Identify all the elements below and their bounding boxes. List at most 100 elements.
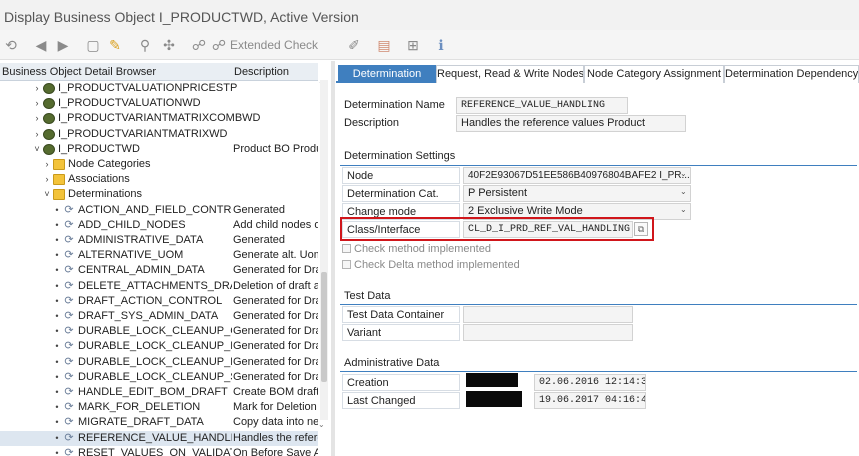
last-changed-label: Last Changed	[342, 392, 460, 409]
test-data-container-field[interactable]	[463, 306, 633, 323]
description-field: Handles the reference values Product	[456, 115, 686, 132]
node-chevron-down-icon[interactable]: ⌄	[680, 169, 687, 178]
tree-row[interactable]: • ⟳ ADD_CHILD_NODES Add child nodes of	[0, 218, 318, 233]
scroll-down-icon[interactable]: ⌄	[318, 420, 325, 429]
tree-item-description: Generated for Draf	[233, 340, 318, 353]
detail-tabs: Determination Request, Read & Write Node…	[336, 65, 859, 83]
tree-row[interactable]: › I_PRODUCTVARIANTMATRIXWD	[0, 127, 318, 142]
determination-icon: ⟳	[64, 234, 74, 246]
tree-item-name: I_PRODUCTVALUATIONPRICESTP	[58, 82, 238, 94]
determination-icon: ⟳	[64, 279, 74, 292]
tree-row[interactable]: › Associations	[0, 172, 318, 187]
tree-row[interactable]: • ⟳ HANDLE_EDIT_BOM_DRAFT Create BOM draft …	[0, 385, 318, 400]
node-select[interactable]: 40F2E93067D51EE586B40976804BAFE2 I_PR...	[463, 167, 691, 184]
tree-item-name: HANDLE_EDIT_BOM_DRAFT	[78, 386, 228, 398]
tree-row[interactable]: • ⟳ DURABLE_LOCK_CLEANUP_CLEAGenerated for…	[0, 324, 318, 339]
tree-row[interactable]: › Node Categories	[0, 157, 318, 172]
tree-item-description: Generated for Draf	[233, 264, 318, 277]
chevron-right-icon[interactable]: ›	[42, 157, 52, 172]
business-object-icon	[43, 143, 55, 155]
category-chevron-down-icon[interactable]: ⌄	[680, 187, 687, 196]
tree-row[interactable]: › I_PRODUCTVALUATIONWD	[0, 96, 318, 111]
extended-check-button[interactable]: Extended Check	[230, 38, 318, 52]
tree-item-name: ACTION_AND_FIELD_CONTROL	[78, 203, 232, 216]
tree-row[interactable]: • ⟳ DURABLE_LOCK_CLEANUP_SUCCGenerated for…	[0, 370, 318, 385]
tree-row[interactable]: • ⟳ MARK_FOR_DELETION Mark for Deletion A	[0, 400, 318, 415]
tree-row[interactable]: • ⟳ MIGRATE_DRAFT_DATA Copy data into nev	[0, 415, 318, 430]
tree-row[interactable]: • ⟳ RESET_VALUES_ON_VALIDATIC On Before Sav…	[0, 446, 318, 456]
tree-row[interactable]: • ⟳ ADMINISTRATIVE_DATA Generated	[0, 233, 318, 248]
test-data-group-title: Test Data	[344, 290, 391, 302]
other-object-icon[interactable]: ⟲	[2, 36, 20, 54]
pane-splitter[interactable]	[331, 61, 335, 456]
tree-row[interactable]: › I_PRODUCTVALUATIONPRICESTP	[0, 81, 318, 96]
tree-row[interactable]: ˅ I_PRODUCTWD Product BO Produc	[0, 142, 318, 157]
tree-item-description: Generated	[233, 203, 285, 216]
check-delta-checkbox[interactable]: Check Delta method implemented	[342, 259, 520, 271]
new-icon[interactable]: ▢	[84, 36, 102, 54]
class-interface-highlight	[340, 217, 654, 241]
determination-icon: ⟳	[64, 370, 74, 383]
check-delta-label: Check Delta method implemented	[354, 259, 520, 271]
admin-divider	[340, 371, 857, 372]
chevron-right-icon[interactable]: ›	[42, 172, 52, 187]
check-delta-box[interactable]	[342, 259, 351, 269]
tab-node-category-assignment[interactable]: Node Category Assignment	[584, 65, 724, 83]
tree-row[interactable]: • ⟳ ALTERNATIVE_UOM Generate alt. Uom	[0, 248, 318, 263]
browser-column-name[interactable]: Business Object Detail Browser	[2, 66, 156, 78]
tree-item-name: REFERENCE_VALUE_HANDLING	[78, 431, 232, 444]
window-title: Display Business Object I_PRODUCTWD, Act…	[0, 0, 859, 30]
bullet-icon: •	[55, 432, 59, 443]
tab-determination-dependency[interactable]: Determination Dependency	[724, 65, 859, 83]
tree-row[interactable]: • ⟳ DRAFT_ACTION_CONTROL Generated for Draf	[0, 294, 318, 309]
tree-row[interactable]: • ⟳ CENTRAL_ADMIN_DATA Generated for Draf	[0, 263, 318, 278]
object-browser: Business Object Detail Browser Descripti…	[0, 61, 320, 456]
browser-column-description[interactable]: Description	[234, 66, 289, 78]
where-used-icon[interactable]: ☍	[190, 36, 208, 54]
tab-determination[interactable]: Determination	[338, 65, 436, 83]
info-icon[interactable]: ℹ	[432, 36, 450, 54]
determination-category-select[interactable]: P Persistent	[463, 185, 691, 202]
tree-item-name: I_PRODUCTVARIANTMATRIXWD	[58, 127, 228, 140]
check-method-checkbox[interactable]: Check method implemented	[342, 243, 491, 255]
tree-item-description: Generated	[233, 234, 285, 246]
variant-field[interactable]	[463, 324, 633, 341]
check-icon[interactable]: ⚲	[136, 36, 154, 54]
chevron-right-icon[interactable]: ›	[32, 111, 42, 126]
forward-icon[interactable]: ▶	[54, 36, 72, 54]
tree-item-name: MARK_FOR_DELETION	[78, 401, 201, 414]
edit-icon[interactable]: ✐	[345, 36, 363, 54]
chevron-right-icon[interactable]: ›	[32, 81, 42, 96]
check-method-box[interactable]	[342, 243, 351, 253]
extended-check-icon[interactable]: ☍	[210, 36, 228, 54]
folder-icon	[53, 159, 65, 170]
chevron-down-icon[interactable]: ˅	[32, 142, 42, 157]
bullet-icon: •	[55, 341, 59, 352]
chevron-right-icon[interactable]: ›	[32, 96, 42, 111]
tree-row[interactable]: • ⟳ DURABLE_LOCK_CLEANUP_FAILGenerated for…	[0, 355, 318, 370]
back-icon[interactable]: ◀	[32, 36, 50, 54]
tree-row[interactable]: • ⟳ ACTION_AND_FIELD_CONTROL Generated	[0, 203, 318, 218]
chevron-down-icon[interactable]: ˅	[42, 187, 52, 202]
tree-row[interactable]: › I_PRODUCTVARIANTMATRIXCOMBWD	[0, 111, 318, 126]
tree-row[interactable]: • ⟳ REFERENCE_VALUE_HANDLINGHandles the re…	[0, 430, 318, 446]
chevron-right-icon[interactable]: ›	[32, 127, 42, 142]
determination-icon: ⟳	[64, 355, 74, 368]
browser-scrollbar[interactable]	[320, 80, 328, 420]
transport-icon[interactable]: ▤	[375, 36, 393, 54]
tree-item-name: MIGRATE_DRAFT_DATA	[78, 416, 204, 429]
business-object-icon	[43, 83, 55, 94]
tree-row[interactable]: • ⟳ DURABLE_LOCK_CLEANUP_DELEGenerated for…	[0, 339, 318, 354]
bullet-icon: •	[55, 280, 59, 291]
tree-row[interactable]: ˅ Determinations	[0, 187, 318, 202]
scrollbar-thumb[interactable]	[321, 272, 327, 382]
tab-request-read-write-nodes[interactable]: Request, Read & Write Nodes	[436, 65, 584, 83]
tree-item-description: Generated for Draf	[233, 325, 318, 338]
activate-icon[interactable]: ✣	[160, 36, 178, 54]
tree-row[interactable]: • ⟳ DRAFT_SYS_ADMIN_DATA Generated for Draf	[0, 309, 318, 324]
tree-row[interactable]: • ⟳ DELETE_ATTACHMENTS_DRAFTDeletion of dr…	[0, 279, 318, 294]
creation-label: Creation	[342, 374, 460, 391]
hierarchy-icon[interactable]: ⊞	[404, 36, 422, 54]
display-change-icon[interactable]: ✎	[106, 36, 124, 54]
change-mode-chevron-down-icon[interactable]: ⌄	[680, 205, 687, 214]
